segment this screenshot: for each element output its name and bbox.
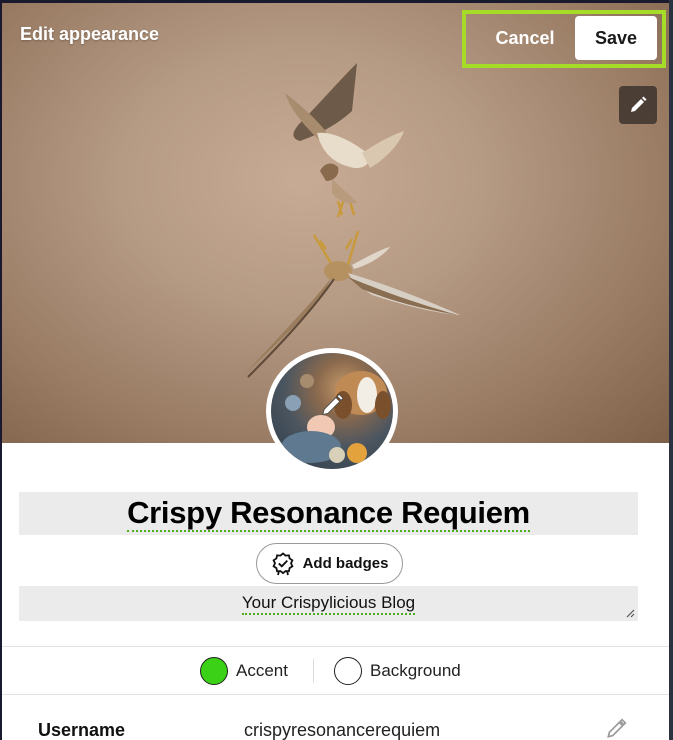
username-row: Username crispyresonancerequiem	[0, 712, 673, 740]
background-color-option[interactable]: Background	[334, 657, 461, 685]
accent-color-swatch	[200, 657, 228, 685]
cancel-button[interactable]: Cancel	[478, 16, 572, 60]
accent-label: Accent	[236, 661, 288, 680]
pencil-icon	[631, 96, 647, 112]
username-label: Username	[38, 720, 126, 740]
background-label: Background	[370, 661, 461, 680]
badge-check-icon	[272, 551, 294, 575]
background-color-swatch	[334, 657, 362, 685]
add-badges-button[interactable]: Add badges	[256, 543, 403, 584]
save-button[interactable]: Save	[575, 16, 657, 60]
divider	[2, 694, 669, 695]
edit-header-image-button[interactable]	[619, 86, 657, 124]
pencil-icon	[607, 718, 627, 738]
avatar[interactable]	[266, 348, 398, 474]
divider	[2, 646, 669, 647]
swatch-divider	[313, 659, 314, 683]
avatar-image	[271, 353, 393, 469]
edit-username-button[interactable]	[605, 718, 627, 740]
resize-handle-icon[interactable]	[625, 608, 635, 618]
window-frame-top	[0, 0, 673, 3]
blog-description: Your Crispylicious Blog	[241, 593, 416, 615]
add-badges-label: Add badges	[302, 555, 389, 572]
edit-avatar-button[interactable]	[319, 392, 345, 423]
window-frame-left	[0, 0, 2, 740]
color-swatches: Accent Background	[0, 648, 673, 694]
description-field[interactable]: Your Crispylicious Blog	[19, 586, 638, 621]
accent-color-option[interactable]: Accent	[200, 657, 288, 685]
window-frame-right	[669, 0, 673, 740]
blog-name-field[interactable]: Crispy Resonance Requiem	[19, 492, 638, 535]
hawk-upper	[285, 63, 404, 218]
username-value: crispyresonancerequiem	[244, 720, 441, 740]
page-title: Edit appearance	[20, 24, 160, 44]
blog-name: Crispy Resonance Requiem	[127, 494, 530, 532]
pencil-icon	[322, 393, 344, 416]
